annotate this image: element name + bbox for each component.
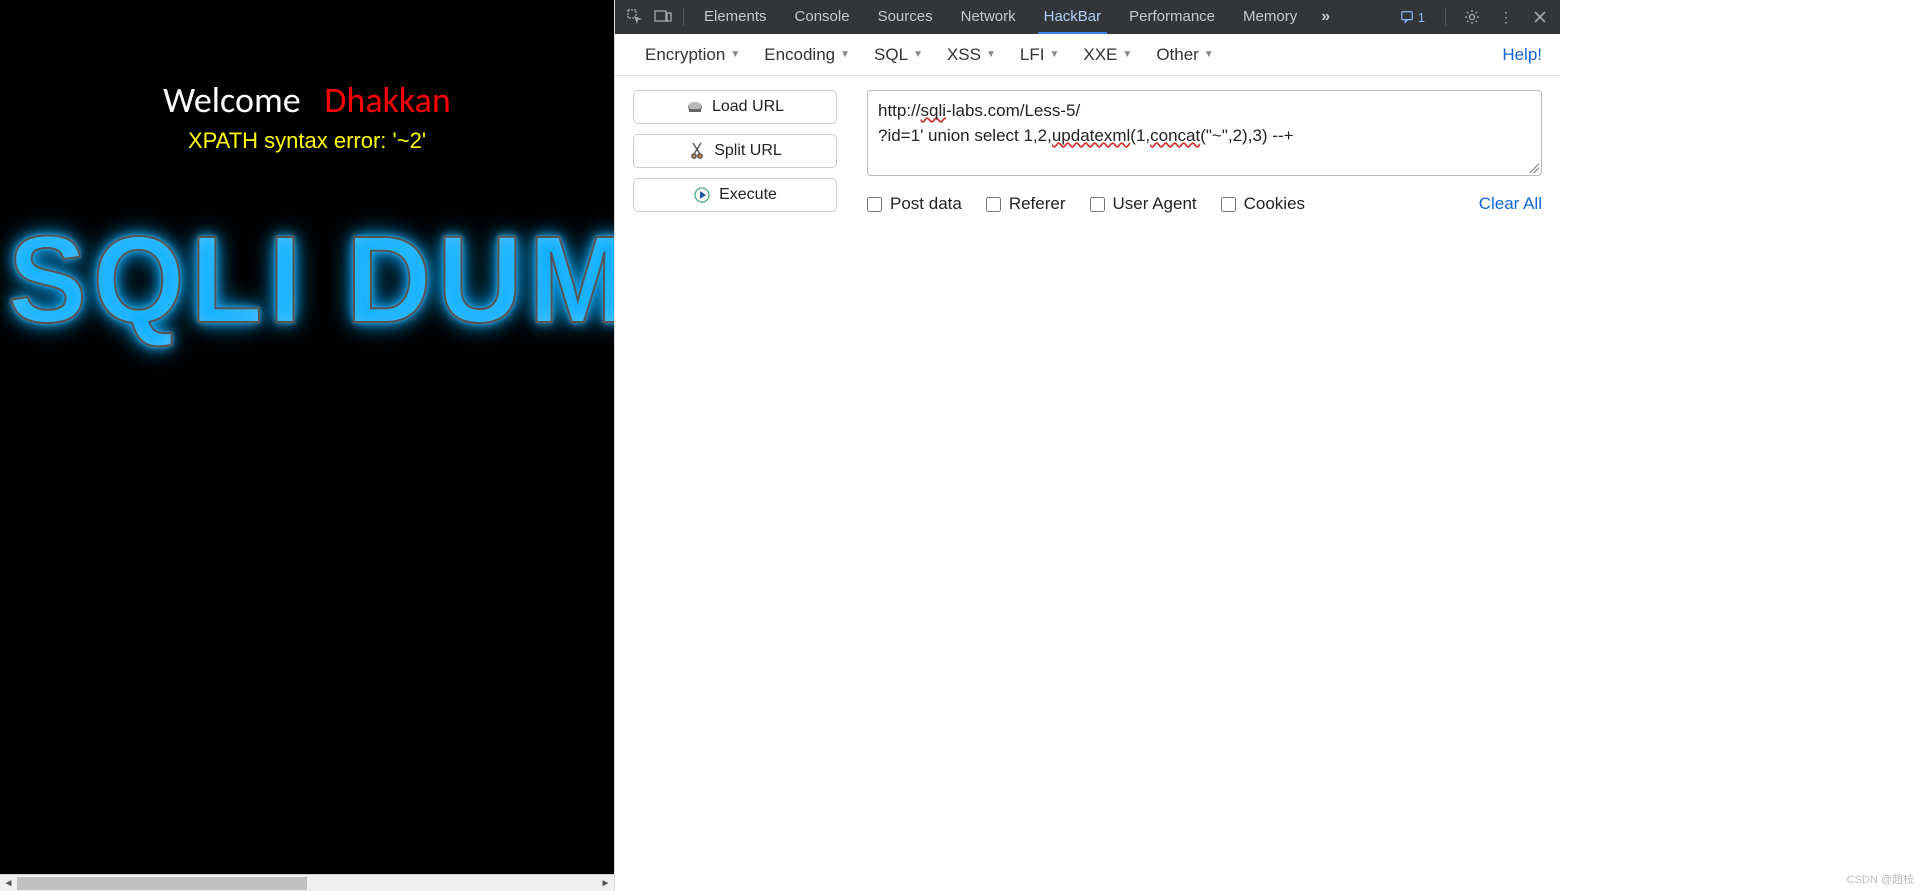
horizontal-scrollbar[interactable]: ◄ ► — [0, 874, 614, 891]
caret-down-icon: ▼ — [1204, 49, 1214, 60]
hackbar-button-column: Load URL Split URL Execute — [633, 90, 837, 212]
menu-sql[interactable]: SQL▼ — [862, 45, 935, 65]
tab-performance[interactable]: Performance — [1115, 0, 1229, 34]
scissors-icon — [688, 142, 706, 160]
menu-xss[interactable]: XSS▼ — [935, 45, 1008, 65]
close-icon[interactable] — [1526, 3, 1554, 31]
execute-label: Execute — [719, 186, 777, 204]
sqli-banner-text: SQLI DUMB — [8, 209, 614, 352]
referer-checkbox-input[interactable] — [986, 197, 1001, 212]
tab-sources[interactable]: Sources — [864, 0, 947, 34]
tab-elements[interactable]: Elements — [690, 0, 781, 34]
menu-xxe[interactable]: XXE▼ — [1071, 45, 1144, 65]
caret-down-icon: ▼ — [840, 49, 850, 60]
hackbar-body: Load URL Split URL Execute http://sqli-l… — [615, 76, 1560, 228]
split-url-button[interactable]: Split URL — [633, 134, 837, 168]
menu-encryption[interactable]: Encryption▼ — [633, 45, 752, 65]
url-input[interactable]: http://sqli-labs.com/Less-5/ ?id=1' unio… — [867, 90, 1542, 176]
play-icon — [693, 186, 711, 204]
tab-hackbar[interactable]: HackBar — [1030, 0, 1116, 34]
menu-other[interactable]: Other▼ — [1144, 45, 1225, 65]
postdata-checkbox-input[interactable] — [867, 197, 882, 212]
split-url-label: Split URL — [714, 142, 782, 160]
chat-icon — [1400, 10, 1414, 24]
issues-count: 1 — [1418, 10, 1425, 25]
issues-indicator[interactable]: 1 — [1392, 8, 1433, 27]
devtools-tabbar: Elements Console Sources Network HackBar… — [615, 0, 1560, 34]
menu-encoding[interactable]: Encoding▼ — [752, 45, 862, 65]
caret-down-icon: ▼ — [913, 49, 923, 60]
postdata-label: Post data — [890, 194, 962, 214]
menu-lfi[interactable]: LFI▼ — [1008, 45, 1071, 65]
load-url-label: Load URL — [712, 98, 784, 116]
settings-gear-icon[interactable] — [1458, 3, 1486, 31]
scroll-right-arrow-icon[interactable]: ► — [597, 875, 614, 891]
caret-down-icon: ▼ — [730, 49, 740, 60]
tab-console[interactable]: Console — [781, 0, 864, 34]
load-url-icon — [686, 98, 704, 116]
scroll-left-arrow-icon[interactable]: ◄ — [0, 875, 17, 891]
caret-down-icon: ▼ — [1049, 49, 1059, 60]
scrollbar-thumb[interactable] — [17, 877, 307, 890]
divider — [683, 8, 684, 26]
tab-network[interactable]: Network — [947, 0, 1030, 34]
cookies-checkbox-input[interactable] — [1221, 197, 1236, 212]
load-url-button[interactable]: Load URL — [633, 90, 837, 124]
referer-label: Referer — [1009, 194, 1066, 214]
page-content-panel: Welcome Dhakkan XPATH syntax error: '~2'… — [0, 0, 614, 891]
useragent-checkbox-input[interactable] — [1090, 197, 1105, 212]
execute-button[interactable]: Execute — [633, 178, 837, 212]
hackbar-input-column: http://sqli-labs.com/Less-5/ ?id=1' unio… — [867, 90, 1542, 214]
kebab-menu-icon[interactable]: ⋮ — [1492, 3, 1520, 31]
caret-down-icon: ▼ — [1122, 49, 1132, 60]
welcome-heading: Welcome Dhakkan — [0, 78, 614, 122]
cookies-label: Cookies — [1244, 194, 1305, 214]
cookies-checkbox[interactable]: Cookies — [1221, 194, 1305, 214]
device-toolbar-icon[interactable] — [649, 3, 677, 31]
welcome-label: Welcome — [163, 78, 300, 122]
resize-handle-icon[interactable] — [1529, 163, 1539, 173]
postdata-checkbox[interactable]: Post data — [867, 194, 962, 214]
inspect-element-icon[interactable] — [621, 3, 649, 31]
watermark: CSDN @趙枝 — [1847, 871, 1914, 887]
clear-all-link[interactable]: Clear All — [1479, 194, 1542, 214]
devtools-panel: Elements Console Sources Network HackBar… — [614, 0, 1560, 891]
useragent-checkbox[interactable]: User Agent — [1090, 194, 1197, 214]
tab-memory[interactable]: Memory — [1229, 0, 1311, 34]
hackbar-menu: Encryption▼ Encoding▼ SQL▼ XSS▼ LFI▼ XXE… — [615, 34, 1560, 76]
help-link[interactable]: Help! — [1502, 45, 1542, 65]
dhakkan-label: Dhakkan — [324, 78, 451, 122]
hackbar-options-row: Post data Referer User Agent Cookies Cle… — [867, 194, 1542, 214]
caret-down-icon: ▼ — [986, 49, 996, 60]
referer-checkbox[interactable]: Referer — [986, 194, 1066, 214]
page-viewport: Welcome Dhakkan XPATH syntax error: '~2'… — [0, 0, 614, 874]
devtools-controls-right: 1 ⋮ — [1392, 3, 1554, 31]
more-tabs-icon[interactable]: » — [1311, 8, 1340, 26]
divider — [1445, 8, 1446, 26]
sqli-banner: SQLI DUMB — [0, 200, 614, 360]
xpath-error-text: XPATH syntax error: '~2' — [0, 128, 614, 154]
useragent-label: User Agent — [1113, 194, 1197, 214]
